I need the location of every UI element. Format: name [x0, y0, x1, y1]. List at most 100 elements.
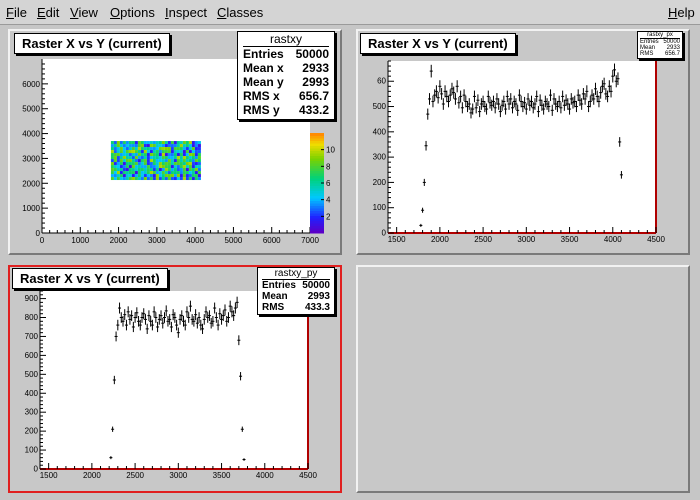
- heatmap-cell: [167, 144, 171, 148]
- heatmap-cell: [134, 168, 138, 172]
- heatmap-cell: [176, 156, 180, 160]
- heatmap-cell: [167, 168, 171, 172]
- pad-rastxy[interactable]: 0 1000 2000 3000 4000 5000 6000 7000 0 1000 2000 30…: [8, 29, 342, 255]
- menu-classes[interactable]: Classes: [217, 5, 263, 20]
- heatmap-cell: [155, 174, 159, 178]
- heatmap-cell: [131, 171, 135, 175]
- heatmap-cell: [197, 171, 201, 175]
- heatmap-cell: [116, 150, 120, 154]
- y-tick-label: 600: [25, 351, 39, 360]
- x-tick-label: 3000: [169, 471, 187, 480]
- stats-row: Mean x 2933: [243, 61, 329, 75]
- heatmap-cell: [179, 150, 183, 154]
- menu-file[interactable]: File: [6, 5, 27, 20]
- stats-box-rastxy-py[interactable]: rastxy_py Entries 50000 Mean 2993 RMS 433.3: [257, 267, 335, 315]
- heatmap-cell: [182, 144, 186, 148]
- menu-options[interactable]: Options: [110, 5, 155, 20]
- heatmap-cell: [134, 141, 138, 145]
- heatmap-cell: [188, 159, 192, 163]
- heatmap-cell: [134, 177, 138, 181]
- heatmap-cell: [161, 147, 165, 151]
- heatmap-cell: [125, 168, 129, 172]
- heatmap-cell: [110, 174, 114, 178]
- stats-box-rastxy-px[interactable]: rastxy_px Entries 50000 Mean 2933 RMS 656.7: [637, 31, 683, 59]
- heatmap-cell: [164, 171, 168, 175]
- y-tick-label: 2000: [22, 179, 40, 188]
- heatmap-cell: [152, 159, 156, 163]
- pad-rastxy-py[interactable]: 1500 2000 2500 3000 3500 4000 4500 0 100 200 300 40…: [8, 265, 342, 493]
- heatmap-cell: [137, 171, 141, 175]
- heatmap-cell: [194, 162, 198, 166]
- heatmap-cell: [125, 147, 129, 151]
- heatmap-cell: [146, 168, 150, 172]
- heatmap-cell: [182, 171, 186, 175]
- heatmap-cell: [146, 153, 150, 157]
- heatmap-cell: [197, 159, 201, 163]
- heatmap-cell: [140, 177, 144, 181]
- heatmap-cell: [152, 168, 156, 172]
- heatmap-cell: [146, 159, 150, 163]
- menu-edit[interactable]: Edit: [37, 5, 59, 20]
- heatmap-cell: [119, 171, 123, 175]
- heatmap-cell: [155, 144, 159, 148]
- heatmap-cell: [173, 150, 177, 154]
- heatmap-cell: [137, 156, 141, 160]
- heatmap-cell: [128, 150, 132, 154]
- stats-value: 50000: [295, 47, 329, 61]
- heatmap-cell: [149, 144, 153, 148]
- heatmap-cell: [146, 171, 150, 175]
- heatmap-cell: [161, 141, 165, 145]
- stats-box-rastxy[interactable]: rastxy Entries 50000 Mean x 2933 Mean y 2993 RM…: [237, 31, 335, 120]
- heatmap-cell: [143, 171, 147, 175]
- heatmap-cell: [152, 162, 156, 166]
- heatmap-cell: [173, 162, 177, 166]
- heatmap-cell: [170, 174, 174, 178]
- heatmap-cell: [122, 141, 126, 145]
- stats-title: rastxy_py: [262, 268, 330, 280]
- heatmap-cell: [140, 165, 144, 169]
- heatmap-cell: [140, 171, 144, 175]
- heatmap-cell: [158, 150, 162, 154]
- heatmap-cell: [134, 165, 138, 169]
- heatmap-cell: [137, 162, 141, 166]
- heatmap-cell: [167, 153, 171, 157]
- heatmap-cell: [191, 177, 195, 181]
- x-tick-label: 3000: [148, 236, 166, 245]
- heatmap-cell: [122, 156, 126, 160]
- heatmap-cell: [161, 171, 165, 175]
- heatmap-cell: [122, 162, 126, 166]
- pad-empty[interactable]: [356, 265, 690, 493]
- menu-help[interactable]: Help: [668, 5, 695, 20]
- heatmap-cell: [170, 162, 174, 166]
- y-tick-label: 100: [373, 203, 387, 212]
- menu-view[interactable]: View: [70, 5, 98, 20]
- heatmap-cell: [122, 177, 126, 181]
- heatmap-cell: [131, 141, 135, 145]
- heatmap-cell: [182, 159, 186, 163]
- heatmap-cell: [119, 168, 123, 172]
- heatmap-cell: [191, 171, 195, 175]
- heatmap-cell: [170, 171, 174, 175]
- heatmap-cell: [191, 159, 195, 163]
- heatmap-cell: [137, 144, 141, 148]
- heatmap-cell: [131, 177, 135, 181]
- heatmap-cell: [188, 156, 192, 160]
- heatmap-cell: [125, 177, 129, 181]
- menu-inspect[interactable]: Inspect: [165, 5, 207, 20]
- heatmap-cell: [116, 156, 120, 160]
- heatmap-cell: [173, 159, 177, 163]
- x-tick-label: 5000: [225, 236, 243, 245]
- heatmap-cell: [185, 165, 189, 169]
- heatmap-cell: [191, 165, 195, 169]
- heatmap-cell: [140, 144, 144, 148]
- heatmap-cell: [161, 177, 165, 181]
- heatmap-cell: [140, 174, 144, 178]
- heatmap-cell: [116, 168, 120, 172]
- heatmap-cell: [167, 174, 171, 178]
- y-tick-label: 0: [382, 229, 387, 238]
- heatmap-cell: [197, 156, 201, 160]
- heatmap-cell: [191, 144, 195, 148]
- heatmap-cell: [122, 159, 126, 163]
- pad-rastxy-px[interactable]: 1500 2000 2500 3000 3500 4000 4500 0 100 200 300 40…: [356, 29, 690, 255]
- heatmap-cell: [179, 162, 183, 166]
